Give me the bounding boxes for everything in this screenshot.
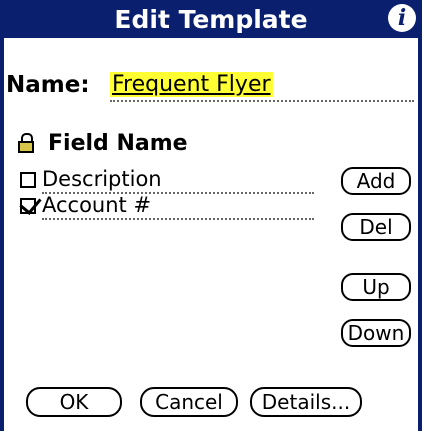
list-item-description: Description bbox=[20, 166, 314, 194]
name-label: Name: bbox=[6, 72, 90, 98]
cancel-button[interactable]: Cancel bbox=[140, 387, 238, 417]
up-button[interactable]: Up bbox=[341, 273, 411, 301]
name-value[interactable]: Frequent Flyer bbox=[110, 72, 273, 97]
down-button[interactable]: Down bbox=[341, 319, 411, 347]
title-bar: Edit Template i bbox=[4, 0, 418, 38]
list-item-account: Account # bbox=[20, 192, 314, 220]
description-checkbox[interactable] bbox=[20, 172, 36, 188]
description-label[interactable]: Description bbox=[42, 166, 314, 194]
account-checkbox[interactable] bbox=[20, 198, 36, 214]
info-icon[interactable]: i bbox=[388, 4, 416, 32]
ok-button[interactable]: OK bbox=[26, 387, 122, 417]
add-button[interactable]: Add bbox=[341, 167, 411, 195]
details-button[interactable]: Details... bbox=[250, 387, 362, 417]
field-list-header: Field Name bbox=[18, 128, 188, 158]
window-title: Edit Template bbox=[114, 4, 308, 34]
field-name-header: Field Name bbox=[48, 130, 188, 156]
del-button[interactable]: Del bbox=[341, 213, 411, 241]
lock-icon bbox=[18, 133, 34, 153]
name-row: Name: Frequent Flyer bbox=[4, 72, 418, 102]
account-label[interactable]: Account # bbox=[42, 192, 314, 220]
name-field[interactable]: Frequent Flyer bbox=[110, 72, 414, 102]
